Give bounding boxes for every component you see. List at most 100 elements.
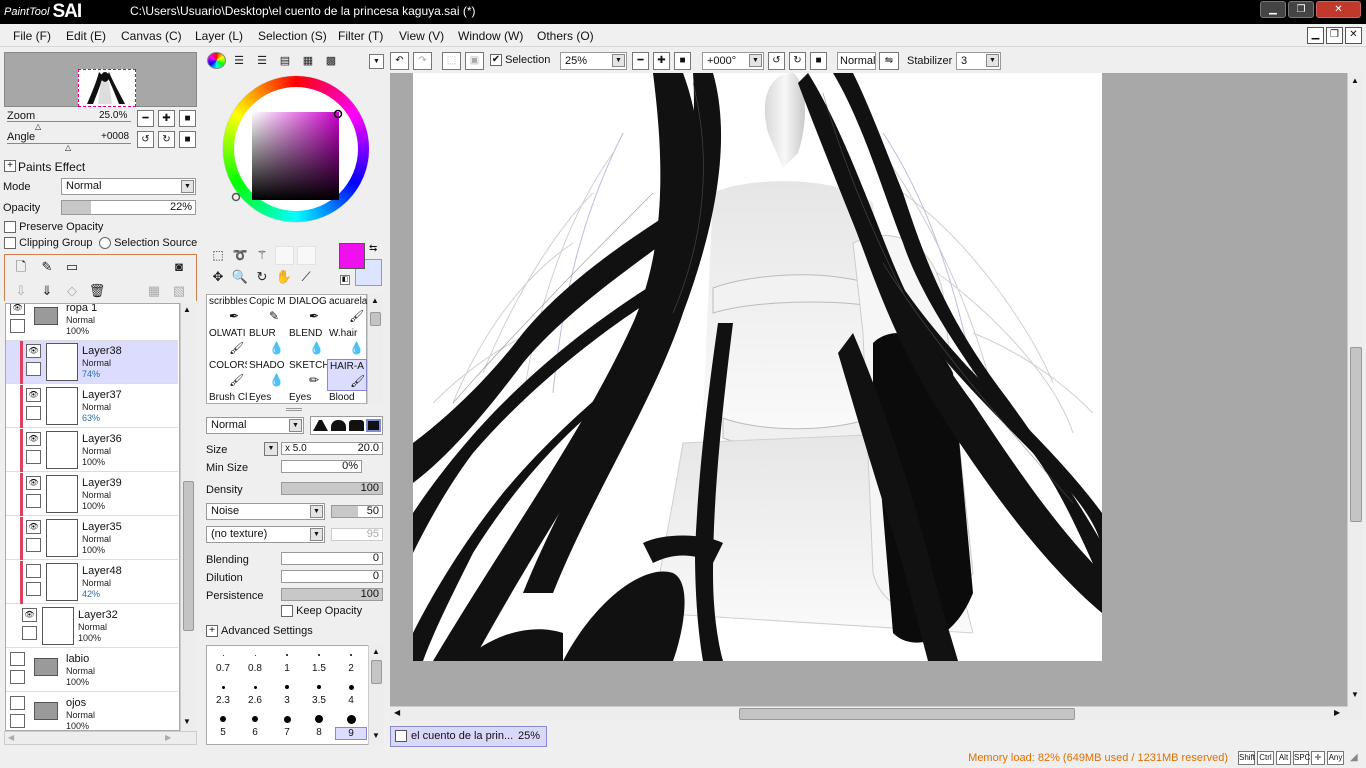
brush-texture-dropdown[interactable]: (no texture) ▼	[206, 526, 325, 543]
brush-size-dot[interactable]	[286, 654, 288, 656]
dilution-slider[interactable]: 0	[281, 570, 383, 583]
brush-size-dot[interactable]	[220, 716, 226, 722]
rgb-slider-tab-icon[interactable]: ☰	[230, 52, 248, 70]
brush-size-dot[interactable]	[221, 685, 225, 689]
brush-size-dot[interactable]	[222, 654, 224, 656]
layer-row[interactable]: 👁 Layer36 Normal 100%	[6, 429, 178, 472]
magic-wand-icon[interactable]: ⚚	[253, 246, 271, 264]
density-slider[interactable]: 100	[281, 482, 383, 495]
brush-size-label[interactable]: 8	[303, 727, 335, 738]
size-range-chevron-icon[interactable]: ▼	[264, 442, 278, 456]
color-wheel-tab-icon[interactable]	[207, 52, 226, 69]
menu-file[interactable]: File (F)	[13, 29, 51, 43]
layer-row[interactable]: 👁 Layer32 Normal 100%	[6, 605, 178, 648]
brush-size-label[interactable]: 2.3	[207, 695, 239, 706]
clipping-group-option[interactable]: Clipping Group	[4, 237, 92, 250]
zoom-in-button[interactable]: ✚	[158, 110, 175, 127]
layer-mode-dropdown[interactable]: Normal ▼	[61, 178, 196, 195]
preserve-opacity-checkbox[interactable]	[4, 221, 16, 234]
brush-tool-slot[interactable]: BLEND 💧	[287, 327, 327, 359]
brush-size-label[interactable]: 3.5	[303, 695, 335, 706]
brush-size-scroll-thumb[interactable]	[371, 660, 382, 684]
preserve-opacity-option[interactable]: Preserve Opacity	[4, 221, 103, 234]
layer-mask-icon[interactable]: ◙	[170, 258, 188, 276]
menu-view[interactable]: View (V)	[399, 29, 444, 43]
brush-size-dot[interactable]	[254, 654, 256, 656]
layer-row[interactable]: 👁 Layer39 Normal 100%	[6, 473, 178, 516]
layer-select-checkbox[interactable]	[10, 670, 25, 684]
zoom-icon[interactable]: 🔍	[231, 268, 249, 286]
eyedropper-icon[interactable]: ⟋	[297, 268, 315, 286]
brush-tool-slot[interactable]: BLUR 💧	[247, 327, 287, 359]
zoom-slider[interactable]	[7, 121, 131, 122]
delete-layer-icon[interactable]: 🗑	[88, 282, 106, 300]
scroll-down-icon[interactable]: ▼	[183, 717, 191, 726]
brush-size-label[interactable]: 2	[335, 663, 367, 674]
menu-layer[interactable]: Layer (L)	[195, 29, 243, 43]
scroll-up-icon[interactable]: ▲	[183, 305, 191, 314]
layer-select-checkbox[interactable]	[26, 362, 41, 376]
brush-size-dot[interactable]	[283, 715, 291, 723]
transparent-color-icon[interactable]: ◧	[340, 275, 350, 285]
clear-layer-icon[interactable]: ◇	[63, 282, 81, 300]
brush-tool-slot[interactable]: Copic M ✎	[247, 295, 287, 327]
canvas-zoom-reset-button[interactable]: ■	[674, 52, 691, 70]
deselect-icon[interactable]: ⬚	[442, 52, 461, 70]
brush-size-dot[interactable]	[348, 684, 354, 690]
layer-select-checkbox[interactable]	[10, 714, 25, 728]
new-folder-icon[interactable]: ▭	[63, 258, 81, 276]
menu-window[interactable]: Window (W)	[458, 29, 523, 43]
visibility-eye-icon[interactable]	[26, 564, 41, 578]
redo-icon[interactable]: ↷	[413, 52, 432, 70]
brush-tool-slot[interactable]: HAIR-A 🖌	[327, 359, 367, 391]
mdi-minimize-button[interactable]: ▁	[1307, 27, 1324, 44]
visibility-eye-icon[interactable]: 👁	[26, 432, 41, 446]
close-button[interactable]: ✕	[1316, 1, 1361, 18]
hsv-slider-tab-icon[interactable]: ☰	[253, 52, 271, 70]
keep-opacity-option[interactable]: Keep Opacity	[281, 605, 362, 618]
menu-canvas[interactable]: Canvas (C)	[121, 29, 182, 43]
canvas-zoom-out-button[interactable]: ━	[632, 52, 649, 70]
menu-others[interactable]: Others (O)	[537, 29, 594, 43]
scroll-up-icon[interactable]: ▲	[372, 647, 380, 656]
brush-size-dot[interactable]	[252, 716, 258, 722]
color-wheel[interactable]	[216, 75, 376, 223]
scroll-left-icon[interactable]: ◀	[394, 708, 400, 717]
navigator-preview[interactable]	[4, 52, 197, 107]
brush-shape-selector[interactable]	[310, 416, 383, 435]
canvas-hscroll-thumb[interactable]	[739, 708, 1075, 720]
advanced-settings-header[interactable]: Advanced Settings	[221, 625, 313, 637]
keep-opacity-checkbox[interactable]	[281, 605, 293, 618]
visibility-eye-icon[interactable]: 👁	[26, 388, 41, 402]
resize-grip-icon[interactable]: ◢	[1350, 752, 1362, 764]
zoom-slider-handle[interactable]: △	[35, 122, 41, 131]
menu-filter[interactable]: Filter (T)	[338, 29, 383, 43]
scratchpad-tab-icon[interactable]: ▩	[322, 52, 340, 70]
primary-color-swatch[interactable]	[339, 243, 365, 269]
brush-shape-strength-slider[interactable]: 50	[331, 505, 383, 518]
brush-size-label[interactable]: 5	[207, 727, 239, 738]
layer-select-checkbox[interactable]	[26, 538, 41, 552]
canvas-rotate-left-button[interactable]: ↺	[768, 52, 785, 70]
brush-tool-slot[interactable]: OLWATI 🖌	[207, 327, 247, 359]
layer-row[interactable]: 👁 Layer38 Normal 74%	[6, 341, 178, 384]
brush-shape-round-icon[interactable]	[331, 420, 346, 431]
layer-row[interactable]: 👁 Layer37 Normal 63%	[6, 385, 178, 428]
menu-selection[interactable]: Selection (S)	[258, 29, 327, 43]
brush-size-dot[interactable]	[350, 654, 352, 656]
layer-row[interactable]: labio Normal 100%	[6, 649, 178, 692]
brush-shape-soft-icon[interactable]	[313, 420, 328, 431]
canvas-rotate-reset-button[interactable]: ■	[810, 52, 827, 70]
swatch-tab-icon[interactable]: ▦	[299, 52, 317, 70]
lasso-icon[interactable]: ➰	[231, 246, 249, 264]
panel-resize-grip[interactable]	[286, 408, 302, 411]
zoom-reset-button[interactable]: ■	[179, 110, 196, 127]
layer-select-checkbox[interactable]	[26, 582, 41, 596]
apply-mask-icon[interactable]: ▦	[145, 282, 163, 300]
brush-tool-slot[interactable]: acuarela 🖌	[327, 295, 367, 327]
selection-source-option[interactable]: Selection Source	[99, 237, 197, 250]
scroll-down-icon[interactable]: ▼	[372, 731, 380, 740]
angle-dropdown[interactable]: +000° ▼	[702, 52, 764, 70]
visibility-eye-icon[interactable]	[10, 652, 25, 666]
canvas-rotate-right-button[interactable]: ↻	[789, 52, 806, 70]
